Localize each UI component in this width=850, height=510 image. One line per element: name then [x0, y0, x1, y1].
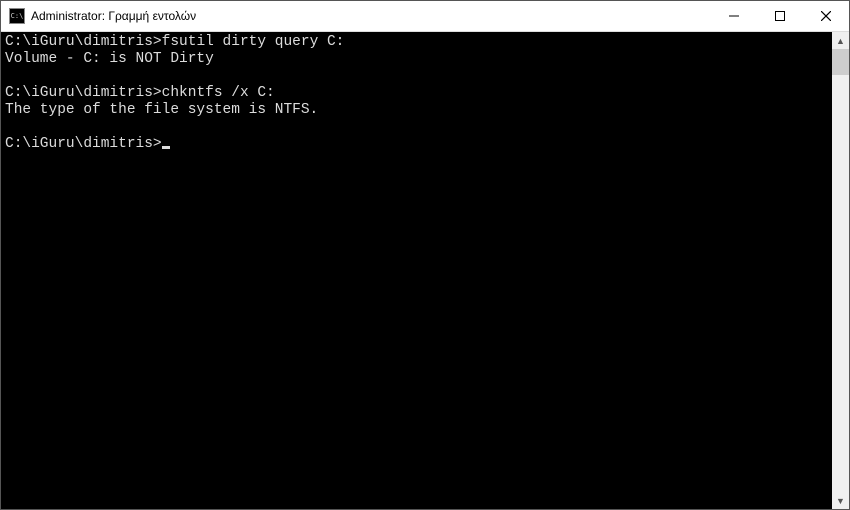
- titlebar[interactable]: C:\ Administrator: Γραμμή εντολών: [1, 1, 849, 32]
- command-text: chkntfs /x C:: [162, 85, 275, 101]
- maximize-icon: [775, 11, 785, 21]
- cmd-window: C:\ Administrator: Γραμμή εντολών C:\iGu…: [0, 0, 850, 510]
- cmd-app-icon: C:\: [9, 8, 25, 24]
- minimize-icon: [729, 11, 739, 21]
- minimize-button[interactable]: [711, 1, 757, 31]
- scroll-down-button[interactable]: ▼: [832, 492, 849, 509]
- client-area: C:\iGuru\dimitris>fsutil dirty query C:V…: [1, 32, 849, 509]
- terminal-output[interactable]: C:\iGuru\dimitris>fsutil dirty query C:V…: [1, 32, 832, 509]
- maximize-button[interactable]: [757, 1, 803, 31]
- terminal-output-line: [5, 68, 832, 85]
- terminal-command-line: C:\iGuru\dimitris>: [5, 136, 832, 153]
- scroll-thumb[interactable]: [832, 49, 849, 75]
- scroll-up-button[interactable]: ▲: [832, 32, 849, 49]
- prompt-text: C:\iGuru\dimitris>: [5, 136, 162, 152]
- window-controls: [711, 1, 849, 31]
- window-title: Administrator: Γραμμή εντολών: [31, 9, 711, 23]
- terminal-command-line: C:\iGuru\dimitris>chkntfs /x C:: [5, 85, 832, 102]
- close-icon: [821, 11, 831, 21]
- terminal-command-line: C:\iGuru\dimitris>fsutil dirty query C:: [5, 34, 832, 51]
- prompt-text: C:\iGuru\dimitris>: [5, 34, 162, 50]
- terminal-output-line: The type of the file system is NTFS.: [5, 102, 832, 119]
- terminal-output-line: Volume - C: is NOT Dirty: [5, 51, 832, 68]
- scroll-track[interactable]: [832, 49, 849, 492]
- close-button[interactable]: [803, 1, 849, 31]
- chevron-up-icon: ▲: [836, 36, 845, 46]
- terminal-output-line: [5, 119, 832, 136]
- chevron-down-icon: ▼: [836, 496, 845, 506]
- vertical-scrollbar[interactable]: ▲ ▼: [832, 32, 849, 509]
- cursor: [162, 146, 170, 149]
- command-text: fsutil dirty query C:: [162, 34, 345, 50]
- prompt-text: C:\iGuru\dimitris>: [5, 85, 162, 101]
